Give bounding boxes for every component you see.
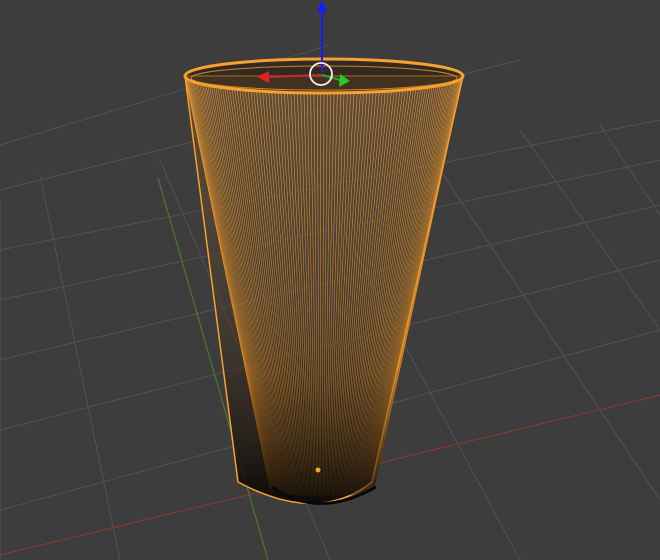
object-origin-dot xyxy=(315,467,321,473)
gizmo-z-arrow-icon[interactable] xyxy=(317,0,327,12)
grid-line xyxy=(599,124,660,216)
grid-line xyxy=(519,129,660,331)
grid-line xyxy=(39,174,121,560)
viewport-canvas[interactable] xyxy=(0,0,660,560)
cone-mesh[interactable] xyxy=(183,57,465,505)
grid-line xyxy=(419,139,660,501)
3d-viewport[interactable] xyxy=(0,0,660,560)
